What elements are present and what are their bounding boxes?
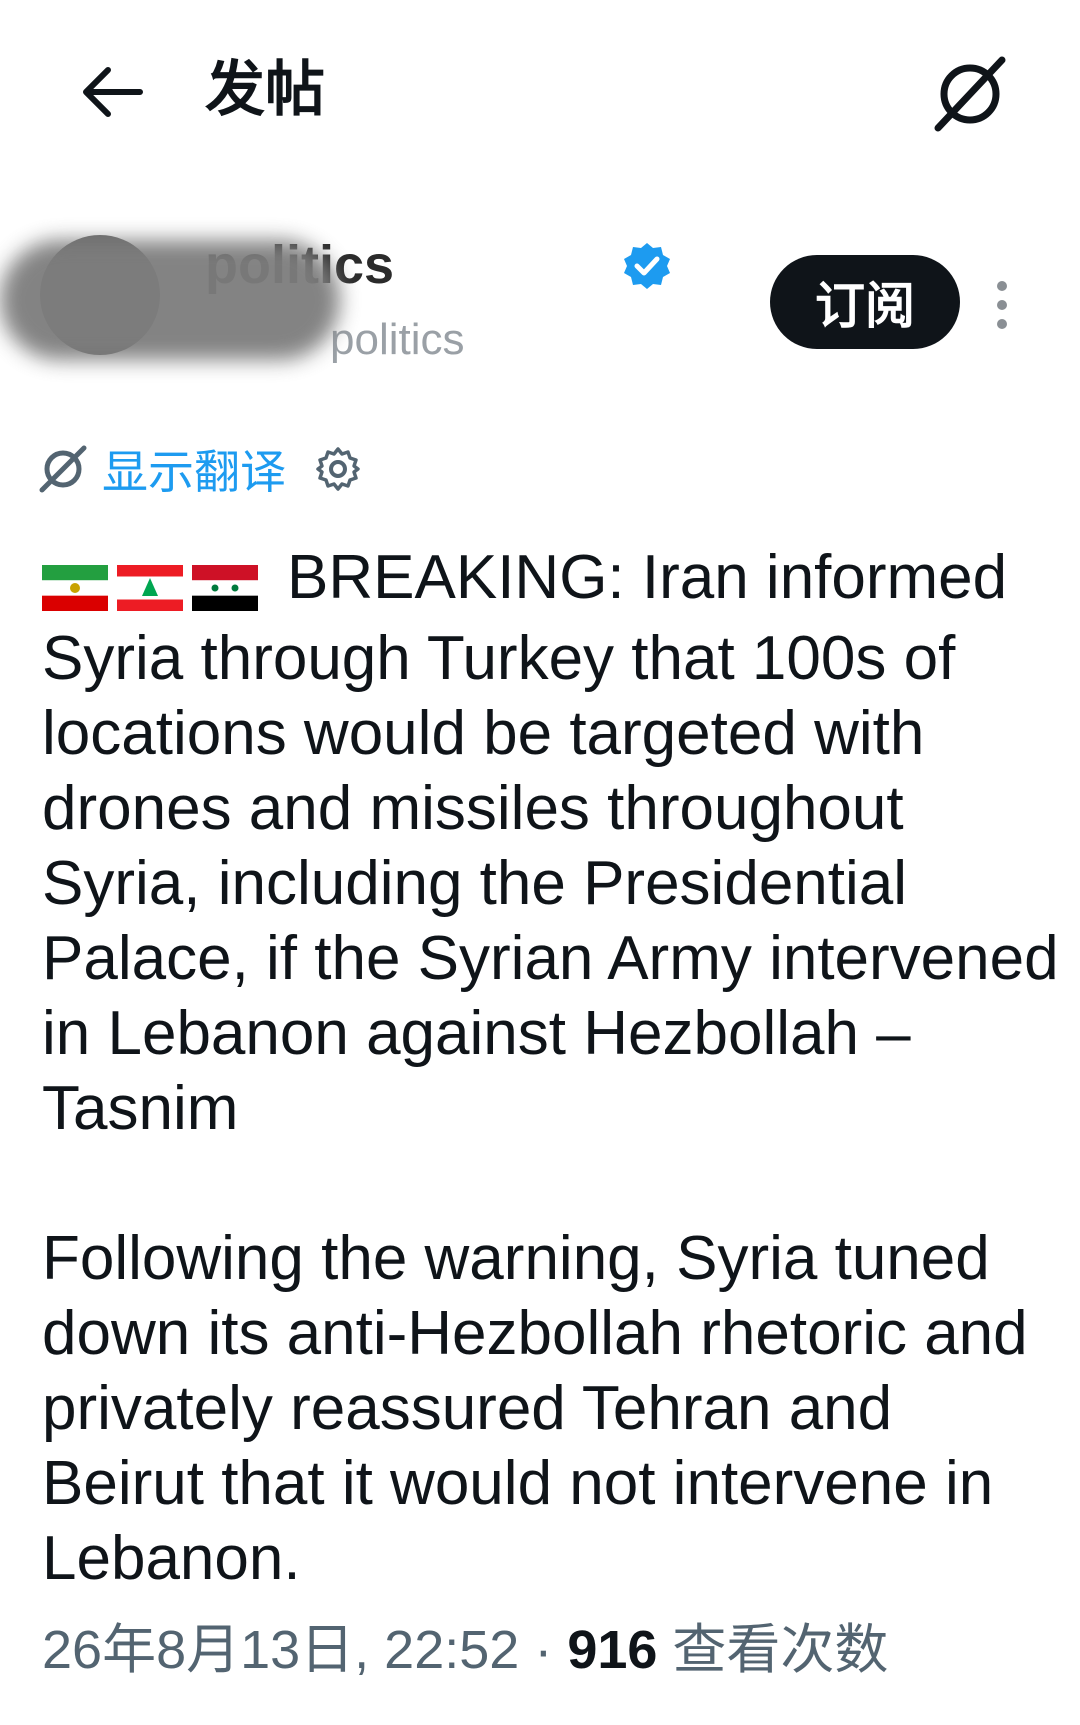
views-label: 查看次数 (657, 1620, 889, 1680)
tweet-paragraph-1: BREAKING: Iran informed Syria through Tu… (42, 543, 1059, 1143)
more-options-button[interactable] (982, 265, 1022, 345)
flag-emojis (42, 546, 267, 621)
more-dot (997, 300, 1007, 310)
show-translation-link[interactable]: 显示翻译 (102, 436, 286, 502)
tweet-paragraph: BREAKING: Iran informed Syria through Tu… (42, 540, 1062, 1146)
syria-flag-icon (192, 564, 258, 611)
more-dot (997, 319, 1007, 329)
grok-button[interactable] (920, 44, 1020, 144)
top-bar: 发帖 (0, 0, 1080, 175)
grok-icon (934, 56, 1006, 132)
subscribe-button[interactable]: 订阅 (770, 255, 960, 349)
timestamp[interactable]: 26年8月13日, 22:52 (42, 1620, 519, 1680)
gear-icon[interactable] (314, 445, 362, 493)
verified-badge-icon (624, 243, 670, 289)
iran-flag-icon (42, 564, 108, 611)
redaction-blur (0, 240, 340, 360)
lebanon-flag-icon (117, 564, 183, 611)
edge-fade (900, 1600, 1080, 1710)
arrow-left-icon (83, 67, 143, 117)
translate-row: 显示翻译 (38, 438, 362, 500)
meta-separator: · (519, 1620, 568, 1680)
author-handle[interactable]: politics (330, 313, 465, 367)
translate-icon (39, 445, 87, 493)
more-dot (997, 281, 1007, 291)
views-count: 916 (567, 1620, 658, 1680)
page-title: 发帖 (205, 56, 325, 123)
back-button[interactable] (72, 52, 152, 132)
author-row: politics politics 订阅 (0, 215, 1080, 380)
tweet-text: BREAKING: Iran informed Syria through Tu… (42, 540, 1062, 1596)
tweet-paragraph-2: Following the warning, Syria tuned down … (42, 1224, 1028, 1593)
